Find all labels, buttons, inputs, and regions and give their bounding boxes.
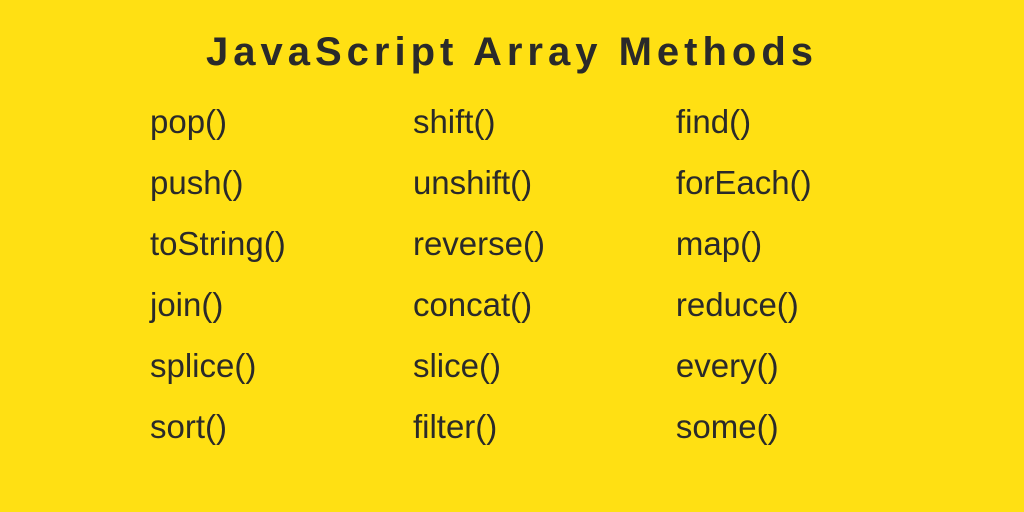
column-1: pop() push() toString() join() splice() … (150, 105, 388, 443)
method-item: filter() (413, 410, 641, 443)
slide-container: JavaScript Array Methods pop() push() to… (0, 0, 1024, 512)
method-item: slice() (413, 349, 641, 382)
method-item: reduce() (676, 288, 894, 321)
method-item: toString() (150, 227, 388, 260)
method-item: splice() (150, 349, 388, 382)
method-item: pop() (150, 105, 388, 138)
method-item: sort() (150, 410, 388, 443)
method-item: shift() (413, 105, 641, 138)
method-item: reverse() (413, 227, 641, 260)
method-item: map() (676, 227, 894, 260)
method-item: push() (150, 166, 388, 199)
method-item: every() (676, 349, 894, 382)
methods-grid: pop() push() toString() join() splice() … (70, 105, 954, 443)
method-item: some() (676, 410, 894, 443)
column-2: shift() unshift() reverse() concat() sli… (403, 105, 641, 443)
method-item: concat() (413, 288, 641, 321)
method-item: forEach() (676, 166, 894, 199)
method-item: unshift() (413, 166, 641, 199)
method-item: join() (150, 288, 388, 321)
method-item: find() (676, 105, 894, 138)
column-3: find() forEach() map() reduce() every() … (656, 105, 894, 443)
page-title: JavaScript Array Methods (110, 30, 914, 75)
